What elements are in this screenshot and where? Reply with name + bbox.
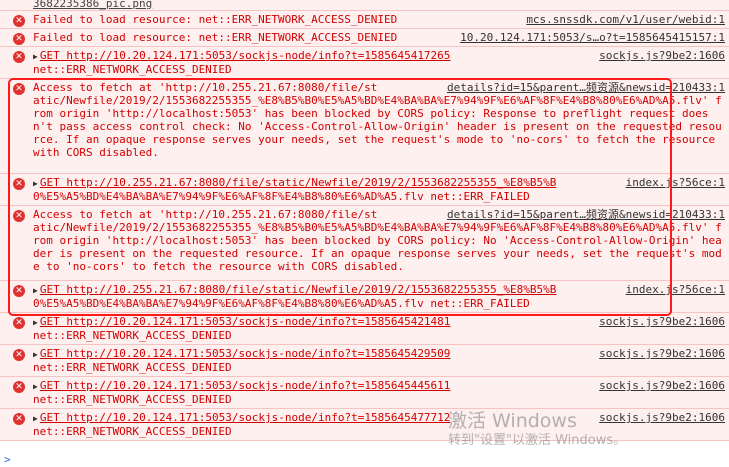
windows-activation-watermark: 激活 Windows 转到"设置"以激活 Windows。 [448,410,626,450]
prompt-chevron-icon: > [4,453,11,466]
cors-error-detail: atic/Newfile/2019/2/1553682255355_%E8%B5… [33,221,722,273]
source-link[interactable]: sockjs.js?9be2:1606 [591,379,725,393]
console-error-message: ✕ Access to fetch at 'http://10.255.21.6… [0,206,729,281]
error-circle-icon: ✕ [13,381,25,393]
triangle-right-icon[interactable]: ▶ [33,179,38,188]
console-prompt[interactable]: > [0,453,729,467]
source-link[interactable]: 10.20.124.171:5053/s…o?t=1585645415157:1 [452,31,725,44]
error-text: net::ERR_NETWORK_ACCESS_DENIED [33,63,232,76]
error-text: Failed to load resource: net::ERR_NETWOR… [33,13,398,26]
triangle-right-icon[interactable]: ▶ [33,318,38,327]
console-error-message: ✕ Failed to load resource: net::ERR_NETW… [0,29,729,47]
error-circle-icon: ✕ [13,317,25,329]
cors-error-detail: atic/Newfile/2019/2/1553682255355_%E8%B5… [33,94,722,159]
error-text: net::ERR_NETWORK_ACCESS_DENIED [33,361,232,374]
devtools-console-page: 3682235386_pic.png ✕ Failed to load reso… [0,0,729,467]
error-circle-icon: ✕ [13,33,25,45]
error-circle-icon: ✕ [13,15,25,27]
source-link[interactable]: details?id=15&parent…频资源&newsid=210433:1 [439,81,725,94]
error-circle-icon: ✕ [13,285,25,297]
triangle-right-icon[interactable]: ▶ [33,286,38,295]
watermark-subtitle: 转到"设置"以激活 Windows。 [448,433,627,448]
triangle-right-icon[interactable]: ▶ [33,52,38,61]
request-url[interactable]: GET http://10.20.124.171:5053/sockjs-nod… [40,347,451,360]
console-error-message[interactable]: ✕ ▶ GET http://10.20.124.171:5053/sockjs-… [0,345,729,377]
error-circle-icon: ✕ [13,349,25,361]
error-text: net::ERR_NETWORK_ACCESS_DENIED [33,393,232,406]
source-link[interactable]: mcs.snssdk.com/v1/user/webid:1 [518,13,725,26]
request-url[interactable]: GET http://10.255.21.67:8080/file/static… [40,283,557,296]
watermark-title: 激活 Windows [448,410,577,432]
console-error-message: ✕ Failed to load resource: net::ERR_NETW… [0,11,729,29]
error-circle-icon: ✕ [13,210,25,222]
cors-error-text: Access to fetch at 'http://10.255.21.67:… [33,208,378,221]
error-circle-icon: ✕ [13,178,25,190]
error-text: Failed to load resource: net::ERR_NETWOR… [33,31,398,44]
request-url[interactable]: GET http://10.20.124.171:5053/sockjs-nod… [40,379,451,392]
error-circle-icon: ✕ [13,83,25,95]
request-url[interactable]: GET http://10.20.124.171:5053/sockjs-nod… [40,411,451,424]
source-link[interactable]: details?id=15&parent…频资源&newsid=210433:1 [439,208,725,221]
cors-error-text: Access to fetch at 'http://10.255.21.67:… [33,81,378,94]
request-url[interactable]: GET http://10.20.124.171:5053/sockjs-nod… [40,49,451,62]
console-error-message[interactable]: ✕ ▶ GET http://10.20.124.171:5053/sockjs-… [0,313,729,345]
source-link[interactable]: sockjs.js?9be2:1606 [591,347,725,361]
source-link[interactable]: sockjs.js?9be2:1606 [591,315,725,329]
triangle-right-icon[interactable]: ▶ [33,382,38,391]
source-link[interactable]: index.js?56ce:1 [618,176,725,190]
error-text: 0%E5%A5%BD%E4%BA%BA%E7%94%9F%E6%AF%8F%E4… [33,297,530,310]
error-circle-icon: ✕ [13,51,25,63]
source-link[interactable]: sockjs.js?9be2:1606 [591,49,725,63]
request-url[interactable]: GET http://10.255.21.67:8080/file/static… [40,176,557,189]
error-text: 0%E5%A5%BD%E4%BA%BA%E7%94%9F%E6%AF%8F%E4… [33,190,530,203]
request-url[interactable]: GET http://10.20.124.171:5053/sockjs-nod… [40,315,451,328]
truncated-resource-link[interactable]: 3682235386_pic.png [0,0,729,11]
triangle-right-icon[interactable]: ▶ [33,350,38,359]
triangle-right-icon[interactable]: ▶ [33,414,38,423]
error-text: net::ERR_NETWORK_ACCESS_DENIED [33,329,232,342]
console-error-message[interactable]: ✕ ▶ GET http://10.255.21.67:8080/file/sta… [0,174,729,206]
console-error-message: ✕ Access to fetch at 'http://10.255.21.6… [0,79,729,174]
source-link[interactable]: index.js?56ce:1 [618,283,725,297]
console-error-message[interactable]: ✕ ▶ GET http://10.20.124.171:5053/sockjs-… [0,47,729,79]
console-log: 3682235386_pic.png ✕ Failed to load reso… [0,0,729,441]
error-circle-icon: ✕ [13,413,25,425]
console-error-message[interactable]: ✕ ▶ GET http://10.255.21.67:8080/file/sta… [0,281,729,313]
console-error-message[interactable]: ✕ ▶ GET http://10.20.124.171:5053/sockjs-… [0,377,729,409]
